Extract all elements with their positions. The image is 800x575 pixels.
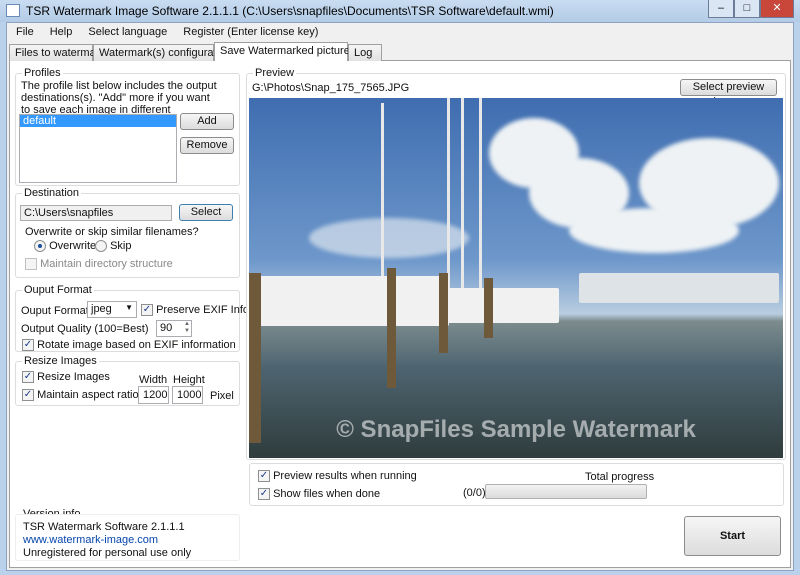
- destination-label: Destination: [22, 187, 82, 199]
- aspect-ratio-label: Maintain aspect ratio: [37, 389, 139, 401]
- overwrite-label: Overwrite: [49, 240, 97, 252]
- format-value: jpeg: [91, 303, 112, 315]
- menu-select-language[interactable]: Select language: [80, 24, 175, 42]
- maintain-label: Maintain directory structure: [40, 258, 173, 270]
- remove-button[interactable]: Remove: [180, 137, 234, 154]
- preview-image: © SnapFiles Sample Watermark: [249, 98, 783, 458]
- width-label: Width: [139, 374, 168, 386]
- height-input[interactable]: 1000: [172, 386, 203, 404]
- overwrite-radio[interactable]: Overwrite: [34, 240, 97, 253]
- menu-file[interactable]: File: [8, 24, 42, 42]
- preview-file-path: G:\Photos\Snap_175_7565.JPG: [252, 82, 410, 94]
- watermark-text: © SnapFiles Sample Watermark: [336, 416, 696, 443]
- height-label: Height: [173, 374, 205, 386]
- select-preview-image-button[interactable]: Select preview image: [680, 79, 777, 108]
- show-files-label: Show files when done: [273, 488, 381, 500]
- rotate-label: Rotate image based on EXIF information: [37, 339, 236, 351]
- skip-label: Skip: [110, 240, 132, 252]
- width-input[interactable]: 1200: [138, 386, 169, 404]
- close-button[interactable]: ✕: [760, 0, 794, 18]
- resize-images-label: Resize Images: [37, 371, 110, 383]
- profile-item[interactable]: default: [20, 115, 176, 127]
- chevron-down-icon: ▼: [125, 303, 133, 312]
- resize-label: Resize Images: [22, 355, 99, 367]
- preview-label: Preview: [253, 67, 297, 79]
- version-name: TSR Watermark Software 2.1.1.1: [23, 521, 185, 533]
- radio-icon: [95, 240, 107, 253]
- destination-path[interactable]: C:\Users\snapfiles: [20, 205, 172, 221]
- profiles-label: Profiles: [22, 67, 63, 79]
- registration-status: Unregistered for personal use only: [23, 547, 192, 559]
- add-button[interactable]: Add: [180, 113, 234, 130]
- checkbox-icon: ✓: [22, 371, 34, 384]
- format-label: Ouput Format: [21, 305, 89, 317]
- app-icon: [6, 4, 20, 17]
- aspect-ratio-checkbox[interactable]: ✓ Maintain aspect ratio: [22, 389, 139, 402]
- quality-spinner[interactable]: 90 ▲ ▼: [156, 320, 192, 337]
- profiles-list[interactable]: default: [19, 114, 177, 183]
- checkbox-icon: ✓: [141, 304, 153, 317]
- checkbox-icon: [25, 258, 37, 271]
- checkbox-icon: ✓: [258, 470, 270, 483]
- preview-results-label: Preview results when running: [273, 470, 417, 482]
- checkbox-icon: ✓: [22, 339, 34, 352]
- maintain-structure-checkbox[interactable]: Maintain directory structure: [25, 258, 173, 271]
- menu-help[interactable]: Help: [42, 24, 81, 42]
- menu-bar: File Help Select language Register (Ente…: [8, 24, 326, 42]
- preserve-exif-checkbox[interactable]: ✓ Preserve EXIF Info: [141, 304, 249, 317]
- overwrite-question: Overwrite or skip similar filenames?: [25, 226, 199, 238]
- select-destination-button[interactable]: Select: [179, 204, 233, 221]
- pixel-unit-label: Pixel: [210, 390, 234, 402]
- website-link[interactable]: www.watermark-image.com: [23, 534, 158, 546]
- rotate-checkbox[interactable]: ✓ Rotate image based on EXIF information: [22, 339, 236, 352]
- preserve-exif-label: Preserve EXIF Info: [156, 304, 249, 316]
- checkbox-icon: ✓: [258, 488, 270, 501]
- total-progress-bar: [485, 484, 647, 499]
- spinner-arrows-icon[interactable]: ▲ ▼: [184, 321, 190, 335]
- output-label: Ouput Format: [22, 284, 94, 296]
- menu-register[interactable]: Register (Enter license key): [175, 24, 326, 42]
- tab-watermark-configuration[interactable]: Watermark(s) configuration: [93, 44, 231, 61]
- tab-files-to-watermark[interactable]: Files to watermark: [9, 44, 105, 61]
- minimize-button[interactable]: –: [708, 0, 734, 18]
- maximize-button[interactable]: □: [734, 0, 760, 18]
- checkbox-icon: ✓: [22, 389, 34, 402]
- total-progress-label: Total progress: [585, 471, 655, 483]
- show-files-checkbox[interactable]: ✓ Show files when done: [258, 488, 381, 501]
- tab-log[interactable]: Log: [348, 44, 382, 61]
- resize-checkbox[interactable]: ✓ Resize Images: [22, 371, 110, 384]
- format-select[interactable]: jpeg ▼: [87, 301, 137, 318]
- skip-radio[interactable]: Skip: [95, 240, 132, 253]
- preview-results-checkbox[interactable]: ✓ Preview results when running: [258, 470, 417, 483]
- quality-label: Output Quality (100=Best): [21, 323, 149, 335]
- radio-icon: [34, 240, 46, 253]
- quality-value: 90: [160, 322, 173, 334]
- progress-count: (0/0): [463, 487, 486, 499]
- tab-save-watermarked[interactable]: Save Watermarked pictures as: [214, 42, 370, 61]
- window-title: TSR Watermark Image Software 2.1.1.1 (C:…: [26, 4, 554, 18]
- start-button[interactable]: Start: [684, 516, 781, 556]
